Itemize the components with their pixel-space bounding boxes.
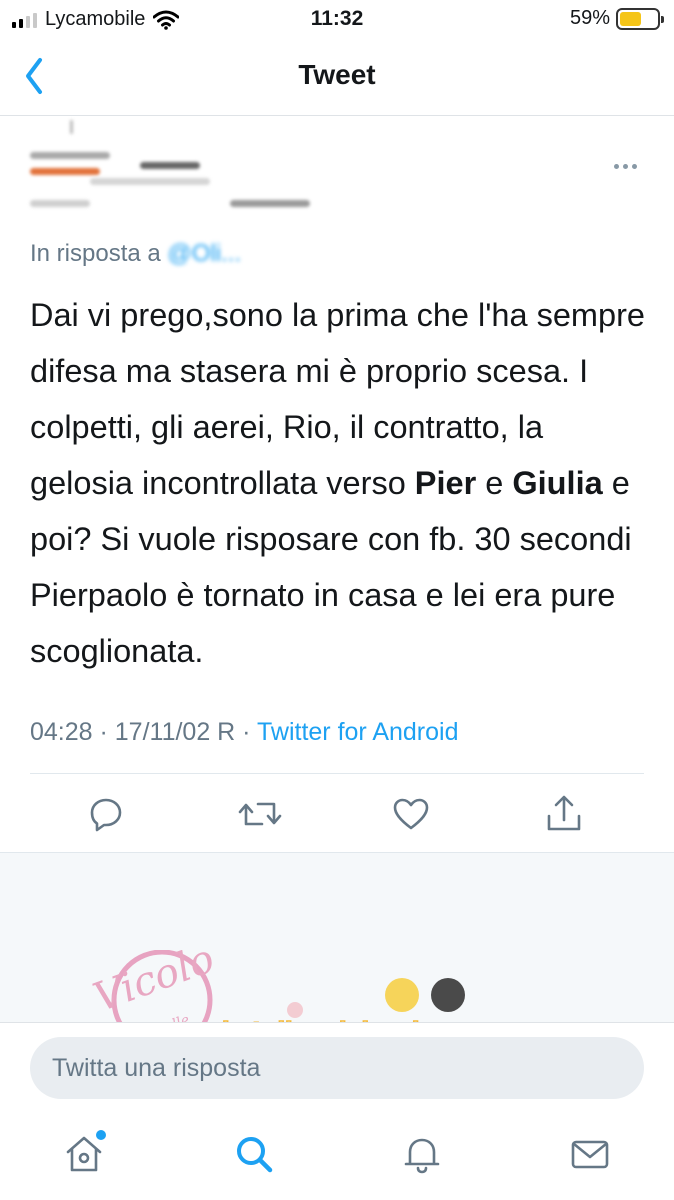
tweet-text: Dai vi prego,sono la prima che l'ha semp…	[30, 287, 650, 679]
share-button[interactable]	[544, 794, 584, 834]
reply-input[interactable]	[30, 1037, 644, 1099]
tab-notifications[interactable]	[400, 1132, 444, 1176]
mail-icon	[571, 1140, 609, 1169]
retweet-button[interactable]	[238, 794, 282, 834]
page-title: Tweet	[298, 59, 376, 90]
battery-group: 59%	[569, 7, 664, 30]
tweet-bold-name: Pier	[414, 465, 477, 501]
divider	[30, 773, 644, 774]
tweet-text-part: e	[476, 465, 513, 501]
tweet-timestamp: 04:28 · 17/11/02 R ·	[30, 718, 258, 746]
tweet-source-link[interactable]: Twitter for Android	[257, 718, 458, 746]
redaction-mark	[140, 162, 200, 169]
reply-prefix: In risposta a	[30, 240, 161, 267]
reply-handle-link[interactable]: @Oli...	[167, 240, 241, 267]
tab-messages[interactable]	[568, 1132, 612, 1176]
redaction-mark	[30, 200, 90, 207]
share-icon	[547, 795, 581, 831]
reply-button[interactable]	[86, 794, 126, 834]
heart-icon	[393, 798, 429, 830]
battery-percent: 59%	[569, 7, 610, 29]
search-icon	[237, 1137, 273, 1173]
bell-icon	[404, 1138, 440, 1174]
status-bar: Lycamobile 11:32 59%	[0, 0, 674, 40]
tweet-bold-name: Giulia	[512, 465, 603, 501]
battery-level	[620, 11, 642, 26]
replies-area	[0, 852, 674, 1022]
reply-context: In risposta a @Oli...	[30, 240, 241, 268]
home-notification-dot	[96, 1130, 106, 1140]
reply-bar	[0, 1022, 674, 1114]
tweet-meta: 04:28 · 17/11/02 R · Twitter for Android	[30, 718, 459, 747]
nav-bar: Tweet	[0, 40, 674, 116]
redaction-mark	[30, 152, 110, 159]
redaction-mark	[30, 168, 100, 175]
battery-icon	[616, 7, 664, 30]
redaction-mark	[70, 120, 73, 134]
like-button[interactable]	[391, 794, 431, 834]
tab-bar	[0, 1114, 674, 1200]
more-options-button[interactable]	[614, 158, 644, 174]
retweet-icon	[238, 802, 282, 826]
redaction-mark	[230, 200, 310, 207]
redaction-mark	[90, 178, 210, 185]
dot-icon	[623, 163, 628, 169]
tweet-actions	[0, 778, 674, 850]
dot-icon	[632, 163, 637, 169]
tab-search[interactable]	[232, 1132, 276, 1176]
dot-icon	[614, 163, 619, 169]
tweet-author-redacted[interactable]	[30, 120, 330, 228]
reply-icon	[90, 798, 122, 832]
